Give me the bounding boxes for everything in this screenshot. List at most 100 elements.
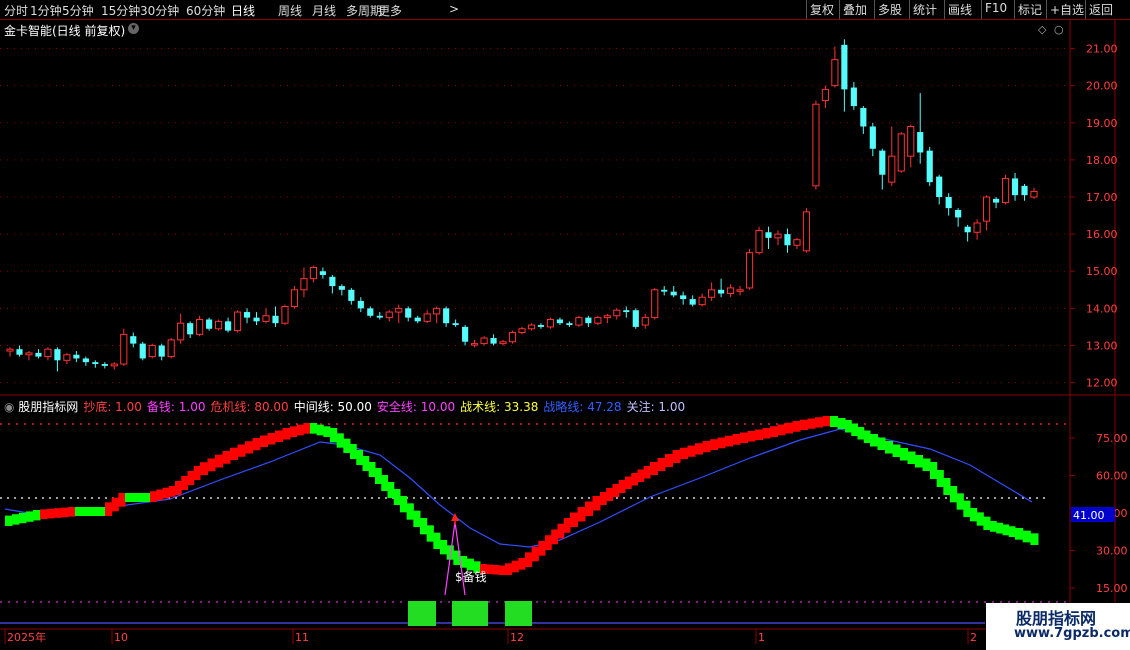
candle-body	[357, 300, 364, 309]
tactical-bar	[531, 546, 539, 562]
tactical-bar	[296, 424, 304, 436]
tactical-bar	[807, 418, 816, 429]
tactical-bar	[143, 493, 151, 502]
candle-body	[632, 310, 639, 327]
candle-body	[158, 345, 165, 357]
candle-body	[224, 321, 232, 331]
tactical-bar	[976, 512, 984, 526]
tactical-bar	[375, 468, 382, 484]
candle-body	[765, 232, 772, 238]
candle-body	[812, 103, 820, 187]
tactical-bar	[710, 439, 718, 450]
tactical-bar	[323, 426, 331, 437]
tactical-bar	[252, 438, 261, 451]
candle-body	[698, 296, 706, 306]
tactical-bar	[695, 443, 703, 455]
tactical-bar	[800, 419, 808, 430]
candle-body	[992, 198, 1000, 203]
tactical-bar	[585, 501, 593, 516]
tactical-bar	[40, 509, 48, 519]
tactical-bar	[90, 507, 98, 516]
tactical-bar	[492, 565, 500, 575]
tactical-bar	[740, 432, 748, 443]
tactical-bar	[222, 451, 231, 464]
tactical-bar	[777, 424, 786, 436]
tactical-bar	[368, 462, 376, 477]
tactical-bar	[592, 496, 601, 511]
date-axis-label: 11	[295, 631, 309, 644]
candle-body	[727, 287, 735, 295]
tactical-bar	[54, 508, 62, 518]
tactical-bar	[275, 430, 283, 442]
candle-body	[281, 305, 289, 324]
candle-body	[177, 322, 185, 341]
candle-body	[641, 317, 649, 326]
tactical-bar	[687, 445, 696, 457]
tactical-bar	[606, 488, 613, 501]
tactical-bar	[215, 454, 223, 468]
tactical-bar	[440, 540, 448, 555]
tactical-bar	[892, 444, 901, 457]
candle-body	[110, 363, 118, 367]
tactical-bar	[657, 458, 666, 471]
circle-icon: ○	[1054, 23, 1064, 36]
price-axis-label: 20.00	[1086, 80, 1118, 93]
tactical-bar	[150, 491, 157, 502]
candle-body	[1021, 185, 1028, 196]
candle-body	[54, 349, 61, 361]
tactical-bar	[983, 516, 991, 530]
candle-body	[879, 150, 886, 175]
candle-body	[850, 87, 857, 107]
candle-body	[348, 289, 355, 301]
price-axis-label: 21.00	[1086, 43, 1118, 56]
candle-body	[462, 326, 469, 342]
candle-body	[253, 317, 260, 322]
date-axis-label: 2	[970, 631, 977, 644]
indicator-axis-label: 60.00	[1096, 470, 1128, 483]
tactical-bar	[885, 441, 893, 454]
tactical-bar	[702, 441, 711, 453]
candle-body	[101, 364, 108, 366]
tactical-bar	[863, 430, 871, 443]
tactical-bar	[900, 448, 908, 461]
candle-body	[575, 317, 583, 326]
candle-body	[708, 289, 716, 298]
tactical-bar	[518, 558, 526, 570]
tactical-bar	[498, 565, 506, 575]
tactical-bar	[963, 500, 971, 517]
tactical-bar	[426, 525, 434, 542]
tactical-bar	[943, 478, 951, 495]
tactical-bar	[393, 489, 401, 505]
candle-body	[490, 338, 497, 344]
tactical-bar	[12, 514, 20, 525]
candle-body	[243, 312, 251, 318]
candle-body	[888, 155, 896, 183]
candle-body	[784, 234, 791, 246]
price-axis-label: 16.00	[1086, 228, 1118, 241]
tactical-bar	[815, 417, 823, 428]
tactical-bar	[350, 444, 357, 459]
candle-body	[319, 271, 326, 275]
tactical-bar	[131, 493, 138, 502]
tactical-bar	[181, 476, 188, 490]
tactical-bar	[1030, 533, 1039, 545]
tactical-bar	[956, 493, 964, 510]
tactical-bar	[637, 469, 645, 482]
candle-body	[527, 324, 536, 330]
tactical-bar	[200, 462, 208, 475]
tactical-bar	[97, 507, 106, 516]
tactical-bar	[381, 475, 388, 491]
bottom-signal-block	[505, 601, 532, 626]
candle-body	[537, 325, 545, 327]
tactical-bar	[105, 502, 113, 516]
tactical-bar	[125, 493, 132, 502]
candle-body	[25, 352, 33, 356]
watermark: 股朋指标网 www.7gpzb.com	[986, 603, 1130, 650]
tactical-bar	[75, 507, 83, 516]
tactical-bar	[538, 541, 546, 556]
tactical-bar	[356, 450, 363, 465]
candle-body	[167, 339, 175, 358]
candle-body	[955, 210, 962, 218]
candle-body	[964, 226, 971, 233]
bottom-signal-block	[408, 601, 436, 626]
